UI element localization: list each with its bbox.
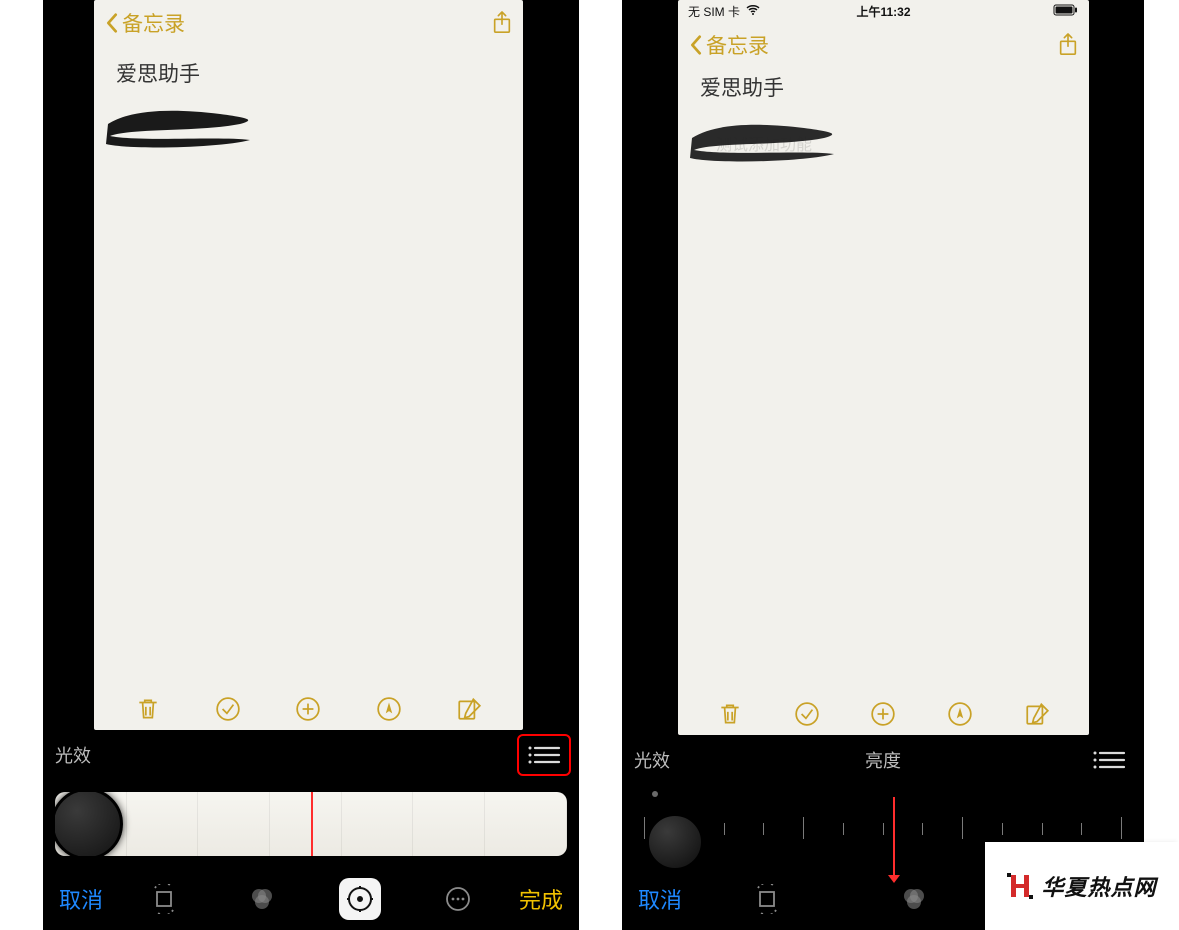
- editor-strip: 光效: [43, 730, 579, 780]
- watermark-logo-icon: [1007, 873, 1033, 899]
- watermark-text: 华夏热点网: [1041, 870, 1156, 902]
- trash-icon[interactable]: [717, 701, 743, 727]
- more-circle-icon[interactable]: [437, 878, 479, 920]
- chevron-left-icon: [688, 34, 704, 56]
- redacted-scribble: 测试添加功能: [684, 120, 844, 166]
- list-toggle-button[interactable]: [521, 738, 567, 772]
- page-dot: [652, 791, 658, 797]
- chevron-left-icon: [104, 12, 120, 34]
- thumbnail-strip[interactable]: [55, 792, 567, 856]
- sim-status: 无 SIM 卡: [688, 3, 740, 20]
- pen-circle-icon[interactable]: [376, 696, 402, 722]
- notes-bottom-toolbar: [94, 696, 523, 722]
- battery-icon: [1053, 4, 1079, 19]
- notes-app-canvas: 备忘录 爱思助手: [94, 0, 523, 730]
- crop-rotate-icon[interactable]: [143, 878, 185, 920]
- notes-app-canvas: 无 SIM 卡 上午11:32 备忘录 爱思助手 测试添加功能: [678, 0, 1089, 735]
- note-title: 爱思助手: [678, 62, 1089, 102]
- property-label: 亮度: [865, 747, 901, 773]
- redacted-text: 测试添加功能: [684, 120, 844, 166]
- selection-marker: [311, 792, 313, 856]
- plus-circle-icon[interactable]: [870, 701, 896, 727]
- share-button[interactable]: [1057, 32, 1079, 58]
- phone-screenshot-right: 无 SIM 卡 上午11:32 备忘录 爱思助手 测试添加功能: [622, 0, 1144, 930]
- phone-screenshot-left: 备忘录 爱思助手 光效: [43, 0, 579, 930]
- pen-circle-icon[interactable]: [947, 701, 973, 727]
- notes-bottom-toolbar: [678, 701, 1089, 727]
- check-circle-icon[interactable]: [215, 696, 241, 722]
- note-title: 爱思助手: [94, 40, 523, 88]
- adjust-dial-icon[interactable]: [339, 878, 381, 920]
- filters-icon[interactable]: [893, 878, 935, 920]
- back-label: 备忘录: [122, 8, 185, 38]
- effect-thumbnails[interactable]: [43, 780, 579, 868]
- tick-marks: [644, 817, 1122, 841]
- plus-circle-icon[interactable]: [295, 696, 321, 722]
- back-button[interactable]: 备忘录: [104, 8, 185, 38]
- redacted-scribble: [100, 106, 260, 152]
- check-circle-icon[interactable]: [794, 701, 820, 727]
- list-toggle-button[interactable]: [1086, 743, 1132, 777]
- selection-marker: [893, 797, 895, 877]
- done-button[interactable]: 完成: [513, 879, 569, 919]
- filters-icon[interactable]: [241, 878, 283, 920]
- slider-knob[interactable]: [55, 792, 123, 856]
- status-bar: 无 SIM 卡 上午11:32: [678, 0, 1089, 22]
- notes-navbar: 备忘录: [94, 0, 523, 40]
- cancel-button[interactable]: 取消: [632, 879, 688, 919]
- back-label: 备忘录: [706, 30, 769, 60]
- clock: 上午11:32: [856, 3, 910, 20]
- back-button[interactable]: 备忘录: [688, 30, 769, 60]
- compose-icon[interactable]: [456, 696, 482, 722]
- slider-knob[interactable]: [646, 813, 704, 871]
- effect-label: 光效: [55, 742, 91, 768]
- wifi-icon: [746, 4, 760, 18]
- effect-label: 光效: [634, 747, 670, 773]
- share-button[interactable]: [491, 10, 513, 36]
- cancel-button[interactable]: 取消: [53, 879, 109, 919]
- crop-rotate-icon[interactable]: [746, 878, 788, 920]
- watermark: 华夏热点网: [985, 842, 1179, 930]
- editor-bottombar: 取消 完成: [43, 868, 579, 930]
- compose-icon[interactable]: [1024, 701, 1050, 727]
- trash-icon[interactable]: [135, 696, 161, 722]
